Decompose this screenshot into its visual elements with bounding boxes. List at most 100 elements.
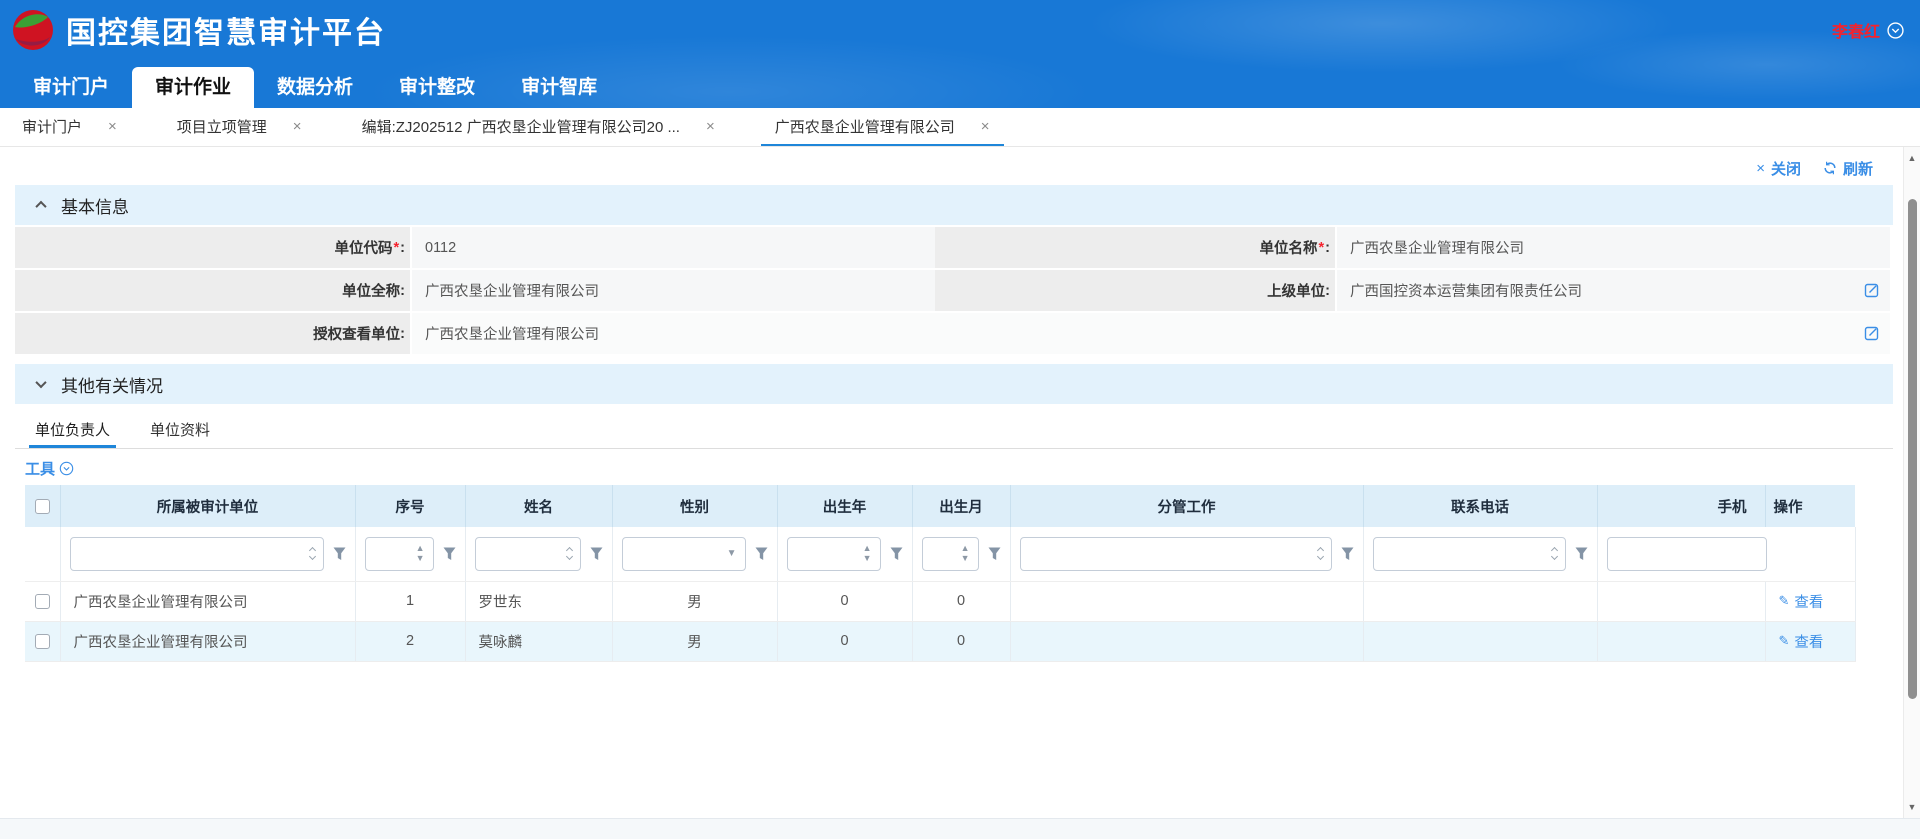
filter-seq-input[interactable]: ▲▼ — [365, 537, 434, 571]
col-birth-month: 出生月 — [912, 485, 1010, 527]
dropdown-arrow-icon[interactable]: ▼ — [727, 548, 737, 559]
col-seq: 序号 — [355, 485, 465, 527]
unit-code-label: 单位代码*: — [15, 227, 410, 268]
vertical-scrollbar[interactable]: ▲ ▼ — [1903, 147, 1920, 818]
nav-item-data-analysis[interactable]: 数据分析 — [254, 67, 376, 108]
filter-gender-select[interactable]: ▼ — [622, 537, 746, 571]
scroll-down-icon[interactable]: ▼ — [1904, 798, 1920, 816]
workspace-tab-project-approval[interactable]: 项目立项管理 × — [163, 108, 316, 146]
company-logo-icon — [12, 9, 54, 51]
col-name: 姓名 — [465, 485, 612, 527]
spinner-down-icon[interactable]: ▼ — [961, 555, 970, 562]
unit-name-field[interactable]: 广西农垦企业管理有限公司 — [1335, 227, 1890, 268]
nav-item-audit-portal[interactable]: 审计门户 — [10, 67, 132, 108]
picker-edit-icon[interactable] — [1864, 283, 1879, 298]
table-filter-row: ▲▼ ▼ ▲▼ ▲▼ — [25, 527, 1855, 581]
picker-edit-icon[interactable] — [1864, 326, 1879, 341]
refresh-icon — [1823, 161, 1837, 175]
user-menu[interactable]: 李春红 — [1832, 18, 1904, 42]
other-info-title: 其他有关情况 — [61, 372, 163, 397]
bottom-strip — [0, 818, 1920, 839]
app-header: 国控集团智慧审计平台 李春红 审计门户 审计作业 数据分析 审计整改 审计智库 — [0, 0, 1920, 108]
filter-duty-input[interactable] — [1020, 537, 1332, 571]
spinner-down-icon[interactable]: ▼ — [863, 555, 872, 562]
other-info-tabs: 单位负责人 单位资料 — [15, 414, 1893, 449]
brand: 国控集团智慧审计平台 — [12, 8, 386, 52]
table-row[interactable]: 广西农垦企业管理有限公司 2 莫咏麟 男 0 0 ✎查看 — [25, 621, 1855, 661]
select-all-checkbox[interactable] — [35, 499, 50, 514]
filter-funnel-icon[interactable] — [590, 547, 603, 561]
col-gender: 性别 — [612, 485, 777, 527]
filter-funnel-icon[interactable] — [890, 547, 903, 561]
unit-full-name-field[interactable]: 广西农垦企业管理有限公司 — [410, 270, 935, 311]
other-info-section-header[interactable]: 其他有关情况 — [15, 364, 1893, 404]
authorized-view-unit-field[interactable]: 广西农垦企业管理有限公司 — [410, 313, 1890, 354]
scroll-up-icon[interactable]: ▲ — [1904, 149, 1920, 167]
filter-birth-month-input[interactable]: ▲▼ — [922, 537, 979, 571]
chevron-down-circle-icon[interactable] — [1887, 22, 1904, 39]
nav-item-audit-rectify[interactable]: 审计整改 — [376, 67, 498, 108]
spinner-down-icon[interactable]: ▼ — [416, 555, 425, 562]
close-icon[interactable]: × — [108, 119, 117, 134]
filter-audited-unit-input[interactable] — [70, 537, 324, 571]
filter-birth-year-input[interactable]: ▲▼ — [787, 537, 881, 571]
col-action: 操作 — [1765, 485, 1855, 527]
filter-funnel-icon[interactable] — [333, 547, 346, 561]
filter-funnel-icon[interactable] — [1341, 547, 1354, 561]
filter-funnel-icon[interactable] — [1575, 547, 1588, 561]
filter-mobile-input[interactable] — [1607, 537, 1767, 571]
basic-info-title: 基本信息 — [61, 193, 129, 218]
basic-info-form: 单位代码*: 0112 单位名称*: 广西农垦企业管理有限公司 单位全称: 广西… — [15, 227, 1890, 354]
nav-item-audit-work[interactable]: 审计作业 — [132, 67, 254, 108]
main-nav: 审计门户 审计作业 数据分析 审计整改 审计智库 — [10, 67, 620, 108]
filter-funnel-icon[interactable] — [443, 547, 456, 561]
filter-name-input[interactable] — [475, 537, 581, 571]
col-phone: 联系电话 — [1363, 485, 1597, 527]
scrollbar-thumb[interactable] — [1908, 199, 1917, 699]
spinner-up-icon[interactable]: ▲ — [961, 545, 970, 552]
pencil-icon: ✎ — [1779, 593, 1790, 609]
app-title: 国控集团智慧审计平台 — [66, 8, 386, 52]
pencil-icon: ✎ — [1779, 633, 1790, 649]
tab-unit-leaders[interactable]: 单位负责人 — [29, 414, 116, 448]
unit-leaders-table: 所属被审计单位 序号 姓名 性别 出生年 出生月 分管工作 联系电话 手机 操作 — [25, 485, 1856, 662]
filter-phone-input[interactable] — [1373, 537, 1566, 571]
spinner-up-icon[interactable]: ▲ — [863, 545, 872, 552]
close-icon[interactable]: × — [981, 119, 990, 134]
workspace-tab-company-detail[interactable]: 广西农垦企业管理有限公司 × — [761, 108, 1004, 146]
spinner-up-icon[interactable]: ▲ — [416, 545, 425, 552]
col-birth-year: 出生年 — [777, 485, 912, 527]
table-header-row: 所属被审计单位 序号 姓名 性别 出生年 出生月 分管工作 联系电话 手机 操作 — [25, 485, 1855, 527]
user-name: 李春红 — [1832, 18, 1880, 42]
nav-item-audit-knowledge[interactable]: 审计智库 — [498, 67, 620, 108]
close-icon[interactable]: × — [706, 119, 715, 134]
row-checkbox[interactable] — [35, 594, 50, 609]
workspace-tab-audit-portal[interactable]: 审计门户 × — [8, 108, 131, 146]
tab-unit-documents[interactable]: 单位资料 — [144, 414, 216, 448]
parent-unit-field[interactable]: 广西国控资本运营集团有限责任公司 — [1335, 270, 1890, 311]
col-mobile: 手机 — [1597, 485, 1765, 527]
page-actions: × 关闭 刷新 — [0, 147, 1903, 185]
close-icon[interactable]: × — [293, 119, 302, 134]
refresh-page-button[interactable]: 刷新 — [1823, 158, 1873, 179]
workspace-tab-edit-project[interactable]: 编辑:ZJ202512 广西农垦企业管理有限公司20 ... × — [348, 108, 729, 146]
table-row[interactable]: 广西农垦企业管理有限公司 1 罗世东 男 0 0 ✎查看 — [25, 581, 1855, 621]
filter-funnel-icon[interactable] — [755, 547, 768, 561]
close-icon: × — [1756, 160, 1765, 177]
basic-info-section-header[interactable]: 基本信息 — [15, 185, 1893, 225]
collapse-up-icon[interactable] — [35, 201, 46, 212]
row-checkbox[interactable] — [35, 634, 50, 649]
col-audited-unit: 所属被审计单位 — [60, 485, 355, 527]
tools-menu-button[interactable]: 工具 — [25, 457, 1903, 479]
unit-name-label: 单位名称*: — [935, 227, 1335, 268]
view-row-button[interactable]: ✎查看 — [1779, 591, 1824, 612]
collapse-down-icon[interactable] — [35, 377, 46, 388]
close-page-button[interactable]: × 关闭 — [1756, 158, 1801, 179]
content-area: × 关闭 刷新 基本信息 单位代码*: 0112 单位名称 — [0, 147, 1903, 818]
authorized-view-unit-label: 授权查看单位: — [15, 313, 410, 354]
parent-unit-label: 上级单位: — [935, 270, 1335, 311]
filter-funnel-icon[interactable] — [988, 547, 1001, 561]
view-row-button[interactable]: ✎查看 — [1779, 631, 1824, 652]
unit-code-field[interactable]: 0112 — [410, 227, 935, 268]
unit-full-name-label: 单位全称: — [15, 270, 410, 311]
